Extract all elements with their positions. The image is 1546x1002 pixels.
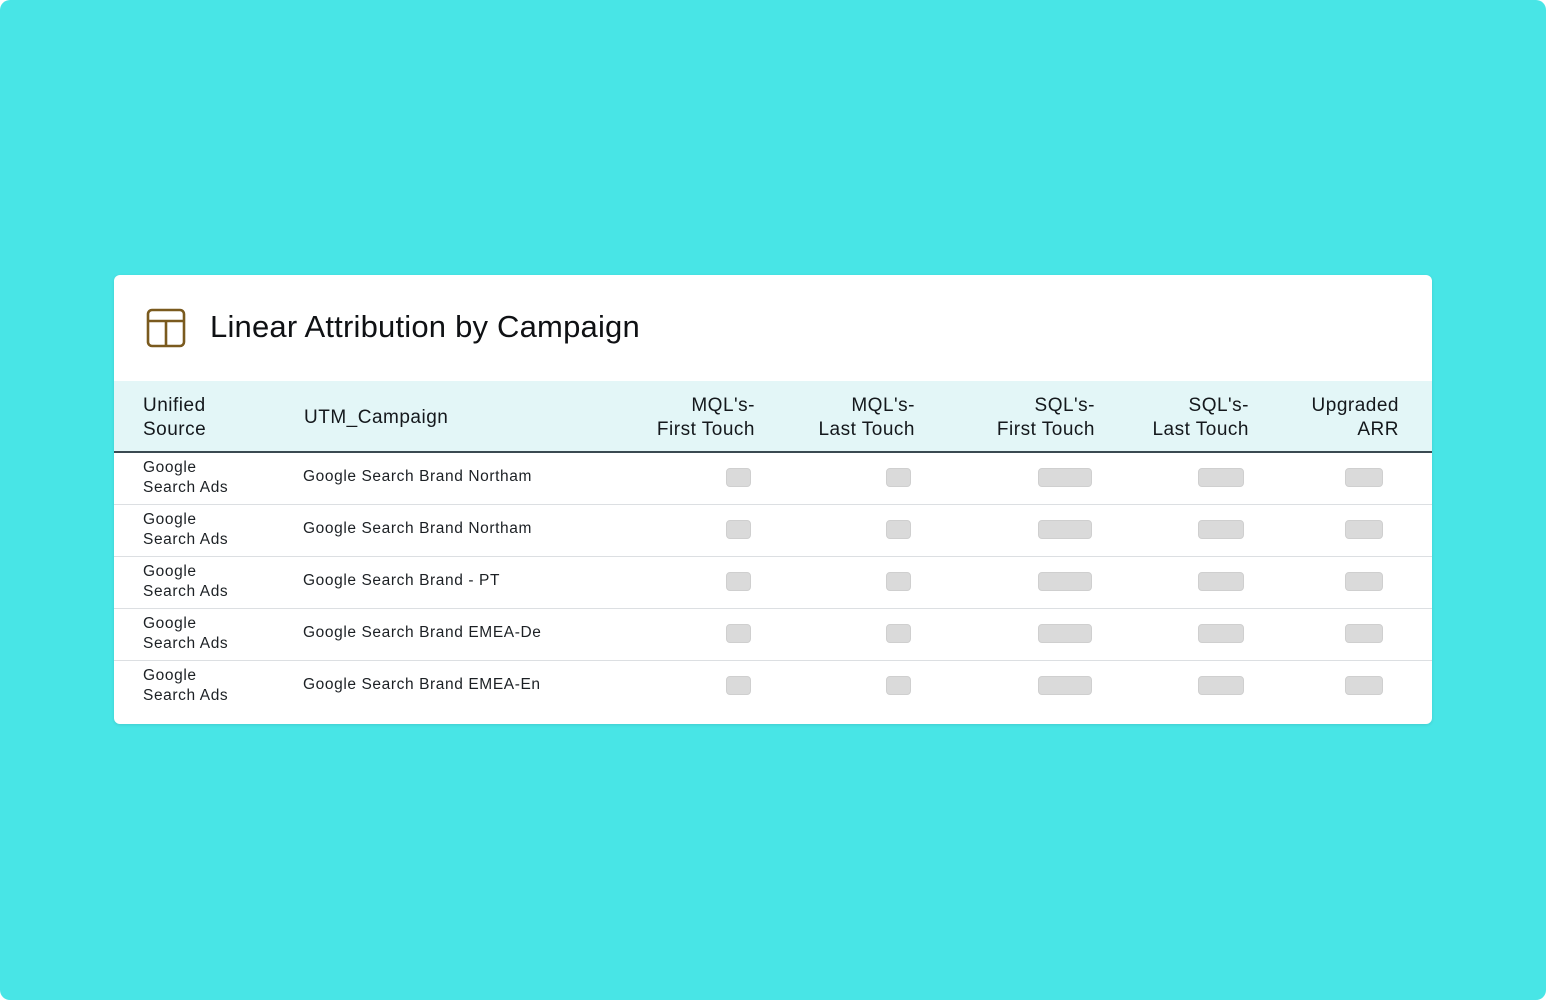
- card-title: Linear Attribution by Campaign: [210, 309, 640, 344]
- column-header-mql-last-touch[interactable]: MQL's- Last Touch: [818, 394, 915, 442]
- cell-utm-campaign: Google Search Brand Northam: [303, 468, 533, 485]
- column-header-mql-first-touch[interactable]: MQL's- First Touch: [657, 394, 755, 442]
- attribution-table-card: Linear Attribution by Campaign Unified S…: [114, 275, 1432, 724]
- table-row[interactable]: Google Search Ads Google Search Brand EM…: [114, 609, 1432, 661]
- redacted-value-mql-last-touch: [886, 572, 911, 591]
- redacted-value-mql-first-touch: [726, 624, 751, 643]
- redacted-value-mql-first-touch: [726, 468, 751, 487]
- redacted-value-upgraded-arr: [1345, 676, 1383, 695]
- table-row[interactable]: Google Search Ads Google Search Brand EM…: [114, 661, 1432, 713]
- redacted-value-upgraded-arr: [1345, 468, 1383, 487]
- table-body: Google Search Ads Google Search Brand No…: [114, 453, 1432, 713]
- redacted-value-mql-last-touch: [886, 624, 911, 643]
- redacted-value-mql-last-touch: [886, 520, 911, 539]
- column-header-utm-campaign[interactable]: UTM_Campaign: [304, 406, 448, 430]
- redacted-value-upgraded-arr: [1345, 572, 1383, 591]
- column-header-sql-first-touch[interactable]: SQL's- First Touch: [997, 394, 1095, 442]
- table-row[interactable]: Google Search Ads Google Search Brand No…: [114, 453, 1432, 505]
- redacted-value-sql-first-touch: [1038, 520, 1092, 539]
- redacted-value-sql-last-touch: [1198, 624, 1244, 643]
- redacted-value-sql-first-touch: [1038, 572, 1092, 591]
- cell-utm-campaign: Google Search Brand - PT: [303, 572, 501, 589]
- redacted-value-sql-first-touch: [1038, 624, 1092, 643]
- cell-utm-campaign: Google Search Brand EMEA-De: [303, 624, 542, 641]
- redacted-value-mql-first-touch: [726, 520, 751, 539]
- cell-unified-source: Google Search Ads: [143, 511, 229, 548]
- cell-utm-campaign: Google Search Brand Northam: [303, 520, 533, 537]
- redacted-value-upgraded-arr: [1345, 624, 1383, 643]
- table-row[interactable]: Google Search Ads Google Search Brand No…: [114, 505, 1432, 557]
- column-header-upgraded-arr[interactable]: Upgraded ARR: [1312, 394, 1399, 442]
- redacted-value-mql-first-touch: [726, 676, 751, 695]
- cell-unified-source: Google Search Ads: [143, 667, 229, 704]
- cell-unified-source: Google Search Ads: [143, 459, 229, 496]
- table-header-row: Unified Source UTM_Campaign MQL's- First…: [114, 381, 1432, 453]
- cell-unified-source: Google Search Ads: [143, 563, 229, 600]
- table-icon: [146, 308, 186, 348]
- redacted-value-sql-last-touch: [1198, 520, 1244, 539]
- page-background: Linear Attribution by Campaign Unified S…: [0, 0, 1546, 1000]
- redacted-value-sql-first-touch: [1038, 468, 1092, 487]
- cell-unified-source: Google Search Ads: [143, 615, 229, 652]
- table-row[interactable]: Google Search Ads Google Search Brand - …: [114, 557, 1432, 609]
- redacted-value-sql-last-touch: [1198, 572, 1244, 591]
- redacted-value-sql-first-touch: [1038, 676, 1092, 695]
- redacted-value-mql-first-touch: [726, 572, 751, 591]
- cell-utm-campaign: Google Search Brand EMEA-En: [303, 676, 541, 693]
- column-header-unified-source[interactable]: Unified Source: [143, 394, 206, 442]
- card-header: Linear Attribution by Campaign: [114, 275, 1432, 381]
- redacted-value-mql-last-touch: [886, 676, 911, 695]
- redacted-value-sql-last-touch: [1198, 676, 1244, 695]
- redacted-value-upgraded-arr: [1345, 520, 1383, 539]
- redacted-value-sql-last-touch: [1198, 468, 1244, 487]
- redacted-value-mql-last-touch: [886, 468, 911, 487]
- column-header-sql-last-touch[interactable]: SQL's- Last Touch: [1152, 394, 1249, 442]
